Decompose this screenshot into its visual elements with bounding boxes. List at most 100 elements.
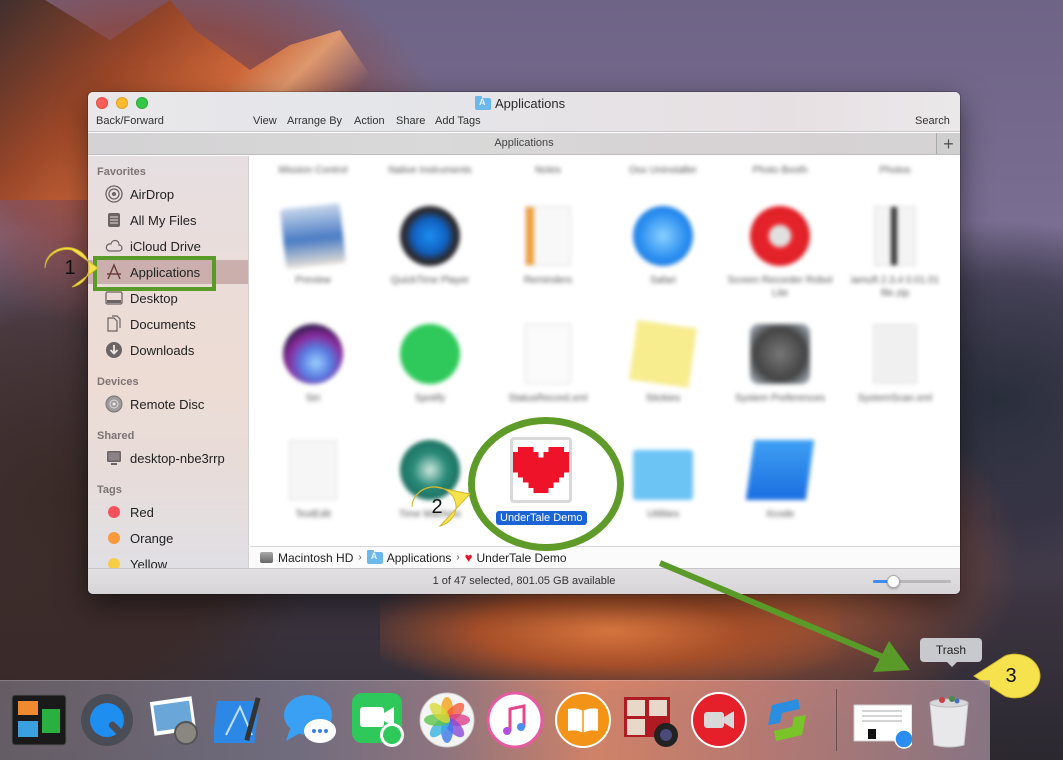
file-item[interactable]: Xcode bbox=[725, 440, 835, 521]
tag-color-icon bbox=[105, 555, 123, 568]
disc-icon bbox=[105, 395, 123, 413]
callout-2: 2 bbox=[431, 495, 443, 518]
file-item[interactable]: Osx Uninstaller bbox=[608, 164, 718, 177]
sidebar-item-label: Desktop bbox=[130, 290, 178, 306]
sidebar-item-airdrop[interactable]: AirDrop bbox=[88, 182, 248, 206]
sidebar-section-devices: Devices bbox=[97, 376, 139, 388]
tag-color-icon bbox=[105, 503, 123, 521]
dock-safari-document[interactable] bbox=[852, 691, 914, 749]
file-item[interactable]: Reminders bbox=[493, 206, 603, 287]
sidebar-item-all-my-files[interactable]: All My Files bbox=[88, 208, 248, 232]
applications-folder-icon bbox=[475, 95, 491, 110]
reminders-app-icon bbox=[525, 206, 571, 266]
textedit-app-icon bbox=[289, 440, 337, 500]
downloads-icon bbox=[105, 341, 123, 359]
file-item[interactable]: TextEdit bbox=[258, 440, 368, 521]
add-tags-button[interactable]: Add Tags bbox=[435, 115, 481, 127]
sidebar-tag-orange[interactable]: Orange bbox=[88, 526, 248, 550]
arrow-to-trash-head bbox=[873, 641, 910, 672]
path-separator: › bbox=[358, 552, 362, 563]
path-item-undertale-demo[interactable]: UnderTale Demo bbox=[476, 551, 566, 565]
dock-photos[interactable] bbox=[418, 691, 476, 749]
preview-app-icon bbox=[280, 203, 346, 269]
slider-knob[interactable] bbox=[886, 575, 900, 588]
dock-messages[interactable] bbox=[282, 691, 340, 749]
file-item[interactable]: Photos bbox=[840, 164, 950, 177]
dock-facetime[interactable] bbox=[350, 691, 408, 749]
file-item[interactable]: iamuft 2.3.4 0.01.01 file.zip bbox=[840, 206, 950, 300]
sidebar-item-documents[interactable]: Documents bbox=[88, 312, 248, 336]
dock-snagit[interactable] bbox=[758, 691, 816, 749]
action-button[interactable]: Action bbox=[354, 115, 385, 127]
file-item[interactable]: Mission Control bbox=[258, 164, 368, 177]
sidebar-section-favorites: Favorites bbox=[97, 166, 146, 178]
zoom-button[interactable] bbox=[136, 97, 148, 109]
file-item[interactable]: Photo Booth bbox=[725, 164, 835, 177]
dock-screen-recorder[interactable] bbox=[690, 691, 748, 749]
file-item[interactable]: Stickies bbox=[608, 320, 718, 405]
dock-itunes[interactable] bbox=[486, 691, 544, 749]
file-item[interactable]: Native Instruments bbox=[375, 164, 485, 177]
file-item[interactable]: Siri bbox=[258, 324, 368, 405]
path-item-applications[interactable]: Applications bbox=[387, 551, 452, 565]
file-item[interactable]: Notes bbox=[493, 164, 603, 177]
sidebar-item-downloads[interactable]: Downloads bbox=[88, 338, 248, 362]
sidebar-item-shared-computer[interactable]: desktop-nbe3rrp bbox=[88, 446, 248, 470]
utilities-folder-icon bbox=[633, 450, 693, 500]
xml-file-icon bbox=[525, 324, 571, 384]
status-text: 1 of 47 selected, 801.05 GB available bbox=[432, 575, 616, 587]
tab-bar: Applications + bbox=[88, 133, 960, 155]
ibooks-icon bbox=[555, 692, 611, 748]
share-button[interactable]: Share bbox=[396, 115, 425, 127]
document-thumbnail-icon bbox=[853, 704, 914, 749]
dock-xcode[interactable] bbox=[212, 691, 272, 749]
file-item[interactable]: StatusRecord.xml bbox=[493, 324, 603, 405]
sidebar-tag-red[interactable]: Red bbox=[88, 500, 248, 524]
sidebar-item-label: iCloud Drive bbox=[130, 238, 201, 254]
trash-tooltip: Trash bbox=[920, 638, 982, 667]
snagit-icon bbox=[768, 699, 806, 741]
icon-size-slider[interactable] bbox=[873, 575, 951, 588]
path-item-macintosh-hd[interactable]: Macintosh HD bbox=[278, 551, 353, 565]
dock bbox=[0, 680, 990, 760]
wallpaper-mountain-lower bbox=[380, 590, 840, 690]
siri-app-icon bbox=[283, 324, 343, 384]
sidebar-item-icloud-drive[interactable]: iCloud Drive bbox=[88, 234, 248, 258]
close-button[interactable] bbox=[96, 97, 108, 109]
sidebar-item-label: Red bbox=[130, 504, 154, 520]
dock-preview[interactable] bbox=[146, 691, 204, 749]
screen-recorder-icon bbox=[691, 692, 747, 748]
hard-drive-icon bbox=[260, 552, 273, 563]
photos-icon bbox=[419, 692, 475, 748]
dock-mission-control[interactable] bbox=[10, 691, 68, 749]
file-item[interactable]: Utilities bbox=[608, 440, 718, 521]
back-forward-button[interactable]: Back/Forward bbox=[96, 115, 164, 127]
file-item[interactable]: Safari bbox=[608, 206, 718, 287]
zip-file-icon bbox=[874, 206, 916, 266]
arrange-by-button[interactable]: Arrange By bbox=[287, 115, 342, 127]
tab-applications[interactable]: Applications bbox=[88, 137, 960, 149]
sidebar-section-shared: Shared bbox=[97, 430, 135, 442]
dock-quicktime-player[interactable] bbox=[78, 691, 136, 749]
sidebar-item-remote-disc[interactable]: Remote Disc bbox=[88, 392, 248, 416]
quicktime-icon bbox=[81, 694, 133, 746]
sidebar-tag-yellow[interactable]: Yellow bbox=[88, 552, 248, 568]
file-item[interactable]: Preview bbox=[258, 203, 368, 287]
file-item[interactable]: SystemScan.xml bbox=[840, 324, 950, 405]
file-item[interactable]: QuickTime Player bbox=[375, 206, 485, 287]
file-item[interactable]: System Preferences bbox=[725, 324, 835, 405]
view-button[interactable]: View bbox=[253, 115, 277, 127]
minimize-button[interactable] bbox=[116, 97, 128, 109]
applications-folder-icon bbox=[366, 549, 383, 564]
safari-app-icon bbox=[633, 206, 693, 266]
file-item[interactable]: Spotify bbox=[375, 324, 485, 405]
dock-trash[interactable] bbox=[924, 691, 982, 749]
dock-ibooks[interactable] bbox=[554, 691, 612, 749]
file-item[interactable]: Screen Recorder Robot Lite bbox=[725, 206, 835, 300]
search-button[interactable]: Search bbox=[915, 115, 950, 127]
callout-1: 1 bbox=[64, 256, 76, 279]
sidebar-item-label: Documents bbox=[130, 316, 196, 332]
new-tab-button[interactable]: + bbox=[936, 133, 960, 154]
dock-divider bbox=[836, 689, 837, 751]
dock-photo-booth[interactable] bbox=[622, 691, 680, 749]
